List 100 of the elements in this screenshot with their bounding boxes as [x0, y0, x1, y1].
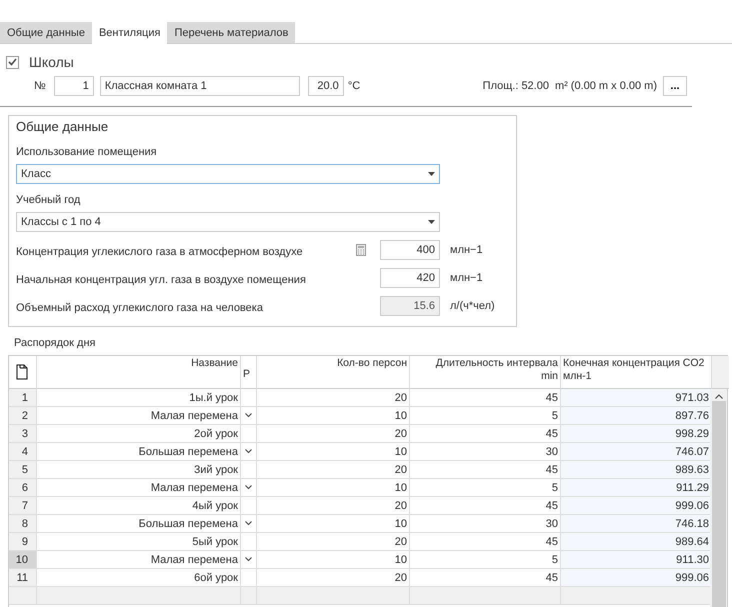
- tab[interactable]: Общие данные: [0, 22, 92, 44]
- table-cell: 5: [410, 407, 561, 425]
- table-cell: 10: [257, 551, 410, 569]
- field-label: Использование помещения: [16, 146, 158, 158]
- table-cell: 10: [257, 515, 410, 533]
- unit-label: л/(ч*чел): [450, 300, 495, 312]
- column-header[interactable]: Конечная концентрация CO2 млн-1: [561, 356, 712, 389]
- dropdown-cell[interactable]: [241, 479, 257, 497]
- row-number[interactable]: 6: [9, 479, 37, 497]
- table-cell: 30: [410, 443, 561, 461]
- row-number[interactable]: 5: [9, 461, 37, 479]
- table-cell: 971.03: [561, 389, 712, 407]
- table-cell: 4ый урок: [37, 497, 241, 515]
- category-label: Школы: [29, 54, 74, 70]
- table-cell: 20: [257, 569, 410, 587]
- new-row-cell[interactable]: [561, 587, 712, 605]
- dropdown-cell[interactable]: [241, 551, 257, 569]
- chevron-down-icon[interactable]: [245, 521, 252, 526]
- table-cell: 911.29: [561, 479, 712, 497]
- table-cell: 5ый урок: [37, 533, 241, 551]
- table-cell: 45: [410, 425, 561, 443]
- table-cell: 45: [410, 389, 561, 407]
- chevron-down-icon[interactable]: [245, 449, 252, 454]
- number-field[interactable]: 400: [380, 240, 440, 260]
- table-cell: 45: [410, 533, 561, 551]
- table-cell: 6ой урок: [37, 569, 241, 587]
- table-cell: 30: [410, 515, 561, 533]
- column-header[interactable]: Название: [37, 356, 241, 389]
- number-field[interactable]: 420: [380, 268, 440, 288]
- column-header[interactable]: Длительность интервала min: [410, 356, 561, 389]
- table-cell: 746.18: [561, 515, 712, 533]
- temperature-unit: °C: [348, 80, 360, 92]
- table-cell: 897.76: [561, 407, 712, 425]
- dropdown-cell[interactable]: [241, 407, 257, 425]
- table-cell: 20: [257, 497, 410, 515]
- field-label: Объемный расход углекислого газа на человека: [16, 301, 264, 314]
- table-cell: 1ы.й урок: [37, 389, 241, 407]
- dimensions-text: (0.00 m x 0.00 m): [570, 80, 657, 92]
- table-cell: 45: [410, 497, 561, 515]
- unit-label: млн−1: [450, 272, 483, 284]
- number-label: №: [34, 80, 46, 92]
- table-cell: 2ой урок: [37, 425, 241, 443]
- row-number[interactable]: 9: [9, 533, 37, 551]
- dropdown-caret-icon: [428, 220, 435, 224]
- table-cell: 998.29: [561, 425, 712, 443]
- table-cell: 10: [257, 407, 410, 425]
- dropdown-field[interactable]: Классы с 1 по 4: [16, 212, 440, 232]
- checkbox[interactable]: [6, 56, 19, 68]
- scrollbar[interactable]: [710, 389, 727, 607]
- table-cell: 45: [410, 569, 561, 587]
- column-header[interactable]: Кол-во персон: [257, 356, 410, 389]
- row-number[interactable]: 8: [9, 515, 37, 533]
- dropdown-cell[interactable]: [241, 443, 257, 461]
- table-cell: Малая перемена: [37, 479, 241, 497]
- table-cell: 989.63: [561, 461, 712, 479]
- scroll-up-icon[interactable]: [714, 394, 722, 399]
- area-unit: m²: [554, 80, 568, 92]
- row-number[interactable]: 1: [9, 389, 37, 407]
- row-number[interactable]: 10: [9, 551, 37, 569]
- column-header[interactable]: Р: [241, 356, 257, 389]
- new-row-cell[interactable]: [241, 587, 257, 605]
- field-label: Учебный год: [16, 194, 82, 206]
- scrollbar-thumb[interactable]: [712, 401, 726, 607]
- row-number[interactable]: 2: [9, 407, 37, 425]
- new-row-cell[interactable]: [37, 587, 241, 605]
- table-cell: 5: [410, 479, 561, 497]
- chevron-down-icon[interactable]: [245, 485, 252, 490]
- tab[interactable]: Перечень материалов: [167, 22, 296, 44]
- table-cell: 999.06: [561, 569, 712, 587]
- table-cell: 989.64: [561, 533, 712, 551]
- table-cell: Большая перемена: [37, 443, 241, 461]
- chevron-down-icon[interactable]: [245, 557, 252, 562]
- new-row-cell[interactable]: [257, 587, 410, 605]
- row-number[interactable]: 4: [9, 443, 37, 461]
- row-number[interactable]: 7: [9, 497, 37, 515]
- table-cell: 45: [410, 461, 561, 479]
- table-cell: Малая перемена: [37, 551, 241, 569]
- table-cell: 20: [257, 533, 410, 551]
- number-field[interactable]: 1: [54, 76, 94, 96]
- more-button[interactable]: ...: [663, 76, 687, 96]
- copy-icon[interactable]: [16, 364, 30, 380]
- dropdown-caret-icon: [428, 172, 435, 176]
- unit-label: млн−1: [450, 244, 483, 256]
- calculator-icon[interactable]: [356, 244, 366, 256]
- new-row-cell[interactable]: [9, 587, 37, 605]
- table-cell: 20: [257, 389, 410, 407]
- table-cell: Большая перемена: [37, 515, 241, 533]
- field-label: Начальная концентрация угл. газа в воздухе помещения: [16, 273, 307, 286]
- dropdown-field[interactable]: Класс: [16, 164, 440, 184]
- dropdown-cell[interactable]: [241, 515, 257, 533]
- area-label: Площ.: 52.00: [482, 80, 549, 92]
- table-cell: 10: [257, 443, 410, 461]
- table-cell: 911.30: [561, 551, 712, 569]
- new-row-cell[interactable]: [410, 587, 561, 605]
- temperature-field[interactable]: 20.0: [308, 76, 344, 96]
- chevron-down-icon[interactable]: [245, 413, 252, 418]
- row-number[interactable]: 3: [9, 425, 37, 443]
- row-number[interactable]: 11: [9, 569, 37, 587]
- table-cell: 3ий урок: [37, 461, 241, 479]
- room-name-field[interactable]: Классная комната 1: [100, 76, 300, 96]
